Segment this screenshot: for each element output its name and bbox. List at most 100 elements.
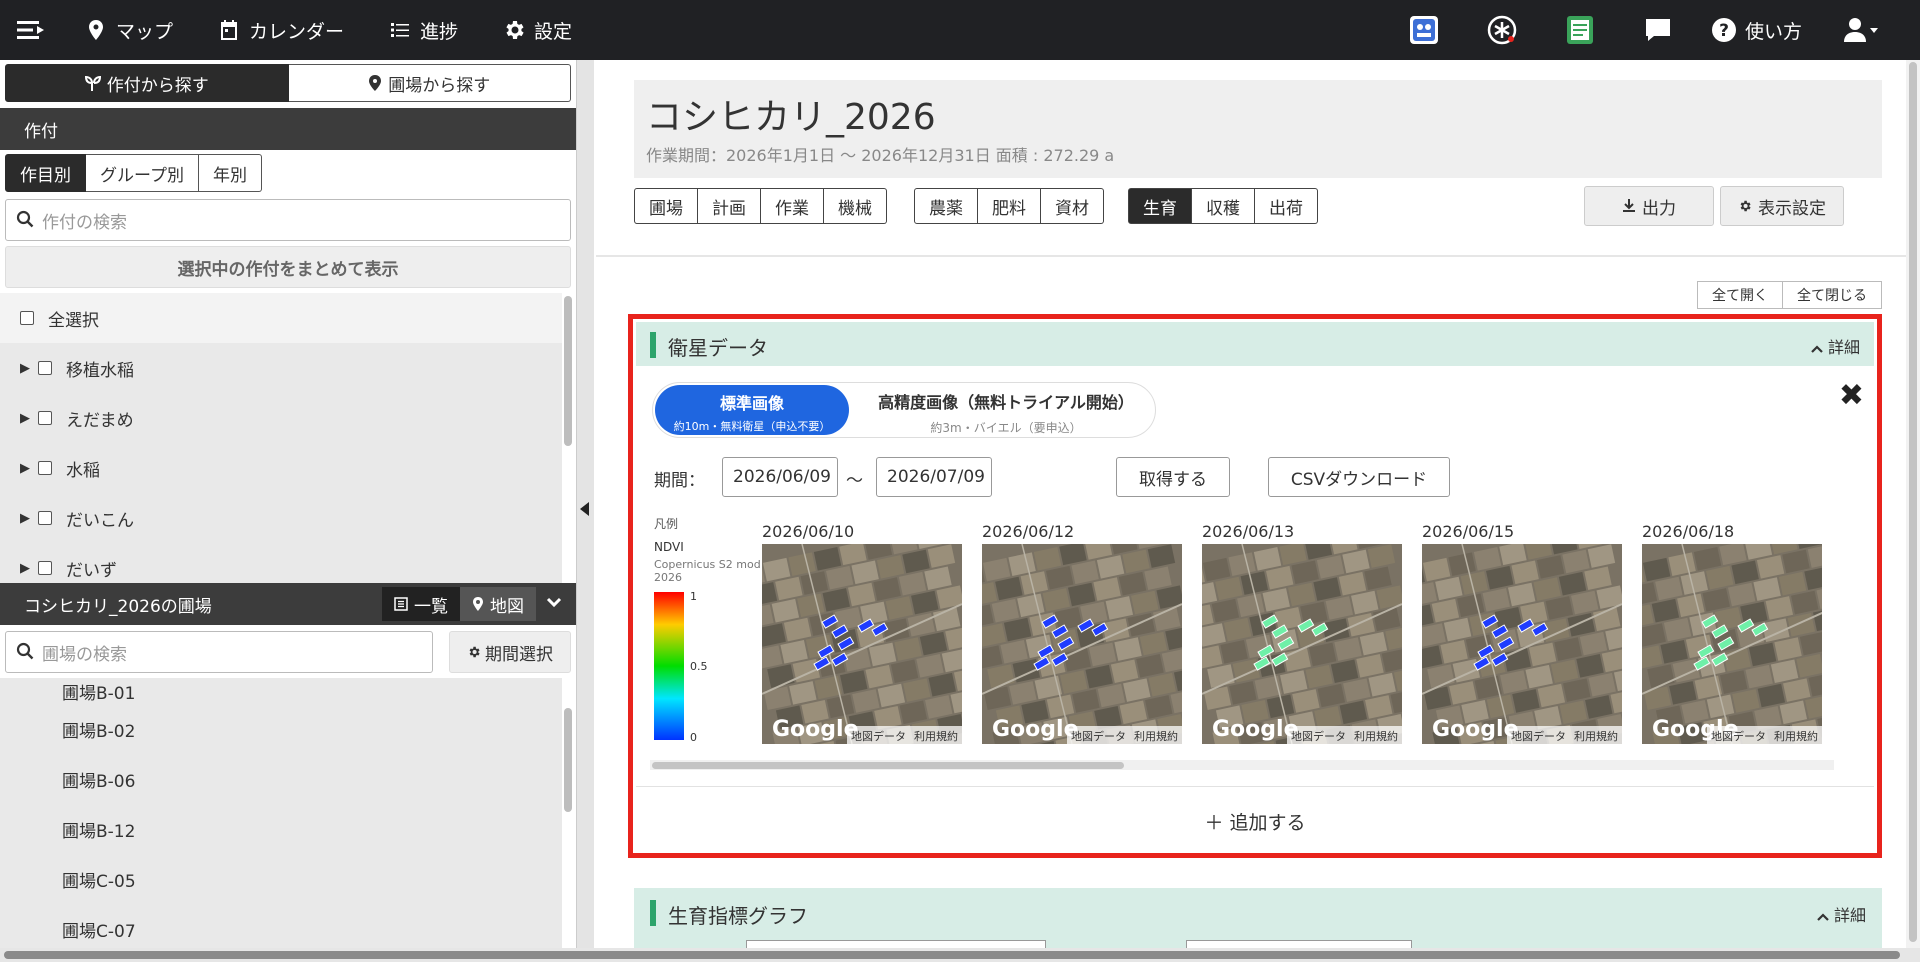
tab-fertilizer[interactable]: 肥料: [978, 188, 1041, 224]
period-select-button[interactable]: 期間選択: [449, 631, 571, 673]
expand-triangle-icon[interactable]: ▶: [20, 361, 38, 376]
growth-graph-card-header[interactable]: 生育指標グラフ 詳細: [634, 888, 1882, 948]
field-view-toggle: 一覧 地図: [382, 587, 536, 621]
list-item[interactable]: 圃場B-02: [0, 704, 562, 754]
view-map-label: 地図: [490, 596, 524, 617]
crop-label: えだまめ: [66, 410, 134, 431]
tab-machine[interactable]: 機械: [824, 188, 887, 224]
search-by-crop-button[interactable]: 作付から探す: [5, 64, 289, 102]
nav-map-label: マップ: [116, 20, 174, 43]
expand-triangle-icon[interactable]: ▶: [20, 511, 38, 526]
chat-icon[interactable]: [1619, 0, 1697, 60]
expand-triangle-icon[interactable]: ▶: [20, 411, 38, 426]
report-app-icon[interactable]: [1541, 0, 1619, 60]
tab-group-materials: 農薬 肥料 資材: [914, 188, 1104, 224]
list-item[interactable]: 圃場B-12: [0, 804, 562, 854]
crop-section-title: 作付: [24, 121, 58, 142]
download-icon: [1623, 199, 1635, 212]
nav-progress[interactable]: 進捗: [366, 0, 480, 60]
page-vertical-scrollbar[interactable]: [1906, 60, 1920, 948]
map-pin-icon: [473, 597, 483, 611]
tab-work[interactable]: 作業: [761, 188, 824, 224]
list-item[interactable]: ▶ だいず: [0, 543, 562, 583]
tab-shipping[interactable]: 出荷: [1255, 188, 1318, 224]
expand-triangle-icon[interactable]: ▶: [20, 461, 38, 476]
page-title: コシヒカリ_2026: [646, 97, 936, 138]
export-button[interactable]: 出力: [1584, 186, 1714, 226]
user-menu-icon[interactable]: [1834, 0, 1890, 60]
tab-by-group[interactable]: グループ別: [86, 154, 199, 192]
growth-graph-controls-cutoff: [656, 940, 1876, 948]
expand-triangle-icon[interactable]: ▶: [20, 561, 38, 576]
nav-settings-label: 設定: [534, 20, 573, 43]
asterisk-tool-icon[interactable]: [1463, 0, 1541, 60]
tab-harvest[interactable]: 収穫: [1192, 188, 1255, 224]
tab-plan[interactable]: 計画: [698, 188, 761, 224]
export-label: 出力: [1642, 198, 1676, 219]
growth-graph-title: 生育指標グラフ: [668, 904, 808, 928]
crop-list: 全選択 ▶ 移植水稲 ▶ えだまめ ▶ 水稲 ▶ だいこん ▶ だいず: [0, 293, 562, 583]
period-select-label: 期間選択: [485, 644, 553, 665]
expand-all-button[interactable]: 全て開く: [1697, 281, 1783, 309]
list-item[interactable]: 圃場C-05: [0, 854, 562, 904]
nav-calendar[interactable]: カレンダー: [195, 0, 366, 60]
list-item[interactable]: 圃場B-01: [0, 678, 562, 704]
gear-icon: [1740, 200, 1751, 212]
mgr-app-icon[interactable]: [1385, 0, 1463, 60]
growth-detail-toggle[interactable]: 詳細: [1817, 902, 1866, 926]
help-link[interactable]: ? 使い方: [1697, 17, 1834, 44]
select-all-row[interactable]: 全選択: [0, 293, 562, 343]
crop-checkbox[interactable]: [38, 411, 52, 425]
list-item[interactable]: ▶ 移植水稲: [0, 343, 562, 393]
nav-progress-label: 進捗: [420, 20, 459, 43]
help-label: 使い方: [1744, 20, 1802, 43]
crop-checkbox[interactable]: [38, 561, 52, 575]
view-map-button[interactable]: 地図: [460, 587, 536, 621]
tab-materials[interactable]: 資材: [1041, 188, 1104, 224]
show-selected-crops-button[interactable]: 選択中の作付をまとめて表示: [5, 246, 571, 288]
tab-field[interactable]: 圃場: [634, 188, 698, 224]
field-search-input[interactable]: 圃場の検索: [5, 631, 433, 673]
nav-map[interactable]: マップ: [62, 0, 195, 60]
list-item[interactable]: ▶ えだまめ: [0, 393, 562, 443]
collapse-arrow-icon[interactable]: [580, 502, 589, 516]
list-item[interactable]: 圃場B-06: [0, 754, 562, 804]
chevron-down-icon[interactable]: [546, 593, 562, 614]
tab-by-crop[interactable]: 作目別: [5, 154, 86, 192]
left-panel: 作付から探す 圃場から探す 作付 作目別 グループ別 年別 作付の検索 選択中の…: [0, 60, 576, 962]
tab-by-year[interactable]: 年別: [198, 154, 262, 192]
map-pin-icon: [89, 20, 103, 40]
list-item[interactable]: ▶ だいこん: [0, 493, 562, 543]
display-settings-button[interactable]: 表示設定: [1720, 186, 1844, 226]
sprout-icon: [84, 75, 101, 91]
select-all-checkbox[interactable]: [20, 311, 34, 325]
search-by-crop-label: 作付から探す: [106, 75, 209, 96]
menu-toggle-icon[interactable]: [0, 0, 62, 60]
tab-growth[interactable]: 生育: [1128, 188, 1192, 224]
crop-section-header: 作付: [0, 108, 576, 150]
tab-group-fields: 圃場 計画 作業 機械: [634, 188, 887, 224]
field-list-scrollbar[interactable]: [564, 708, 572, 812]
top-nav: マップ カレンダー 進捗 設定 ? 使い方: [0, 0, 1920, 60]
crop-checkbox[interactable]: [38, 511, 52, 525]
list-item[interactable]: 圃場C-07: [0, 904, 562, 954]
crop-label: だいず: [66, 560, 117, 581]
crop-checkbox[interactable]: [38, 461, 52, 475]
crop-search-input[interactable]: 作付の検索: [5, 199, 571, 241]
crop-list-scrollbar[interactable]: [564, 296, 572, 446]
crop-checkbox[interactable]: [38, 361, 52, 375]
collapse-all-button[interactable]: 全て閉じる: [1783, 281, 1882, 309]
list-item[interactable]: ▶ 水稲: [0, 443, 562, 493]
view-list-button[interactable]: 一覧: [382, 587, 460, 621]
view-list-label: 一覧: [414, 596, 448, 617]
help-icon: ?: [1711, 18, 1736, 42]
panel-splitter[interactable]: [576, 60, 594, 948]
svg-text:?: ?: [1719, 21, 1729, 41]
crop-search-placeholder: 作付の検索: [42, 212, 127, 233]
page-horizontal-scrollbar[interactable]: [0, 948, 1920, 962]
search-by-field-button[interactable]: 圃場から探す: [288, 64, 571, 102]
search-mode-toggle: 作付から探す 圃場から探す: [5, 64, 571, 102]
tab-pesticide[interactable]: 農薬: [914, 188, 978, 224]
highlight-frame: [628, 314, 1882, 858]
nav-settings[interactable]: 設定: [480, 0, 594, 60]
